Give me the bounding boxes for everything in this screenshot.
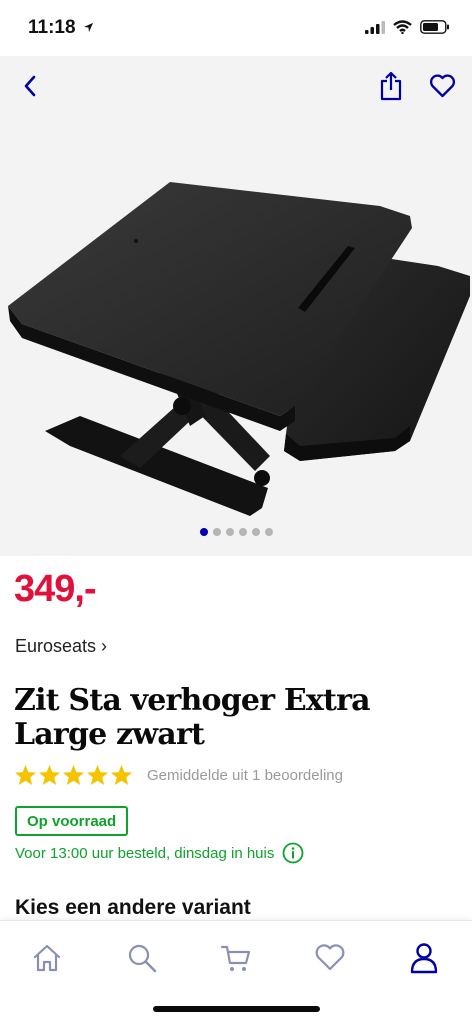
product-gallery[interactable] bbox=[0, 56, 472, 556]
star-icon bbox=[110, 764, 133, 786]
delivery-text: Voor 13:00 uur besteld, dinsdag in huis bbox=[15, 844, 275, 862]
cart-icon bbox=[220, 945, 251, 971]
heart-icon bbox=[315, 944, 345, 971]
pagination-dot[interactable] bbox=[238, 528, 247, 536]
status-time: 11:18 bbox=[28, 17, 94, 39]
tab-home[interactable] bbox=[22, 933, 72, 983]
product-image[interactable] bbox=[0, 116, 472, 516]
rating-summary[interactable]: Gemiddelde uit 1 beoordeling bbox=[147, 767, 343, 784]
pagination-dot[interactable] bbox=[251, 528, 260, 536]
delivery-info: Voor 13:00 uur besteld, dinsdag in huis bbox=[15, 842, 304, 864]
star-icon bbox=[86, 764, 109, 786]
brand-link[interactable]: Euroseats › bbox=[15, 636, 107, 657]
star-icon bbox=[14, 764, 37, 786]
cellular-signal-icon bbox=[365, 20, 385, 34]
product-price: 349,- bbox=[14, 568, 97, 610]
location-arrow-icon bbox=[83, 22, 93, 33]
home-icon bbox=[33, 944, 61, 972]
tab-account[interactable] bbox=[399, 933, 449, 983]
status-indicators bbox=[365, 20, 450, 34]
share-button[interactable] bbox=[375, 68, 407, 104]
chevron-left-icon bbox=[24, 75, 36, 97]
standing-desk-converter-image bbox=[8, 182, 470, 516]
tab-search[interactable] bbox=[117, 933, 167, 983]
status-bar: 11:18 bbox=[0, 0, 472, 56]
share-icon bbox=[380, 71, 402, 101]
star-icon bbox=[62, 764, 85, 786]
battery-icon bbox=[420, 20, 449, 34]
product-title: Zit Sta verhoger Extra Large zwart bbox=[14, 683, 371, 752]
search-icon bbox=[128, 944, 157, 973]
back-button[interactable] bbox=[14, 70, 46, 102]
status-time-text: 11:18 bbox=[28, 17, 76, 38]
pagination-dot[interactable] bbox=[264, 528, 273, 536]
info-button[interactable] bbox=[282, 842, 304, 864]
home-indicator bbox=[153, 1006, 320, 1012]
gallery-pagination bbox=[0, 528, 472, 542]
pagination-dot[interactable] bbox=[225, 528, 234, 536]
account-icon bbox=[410, 943, 438, 974]
rating-stars[interactable] bbox=[14, 764, 133, 786]
star-icon bbox=[38, 764, 61, 786]
favorite-button[interactable] bbox=[425, 70, 459, 102]
variant-section-heading: Kies een andere variant bbox=[15, 896, 251, 919]
wifi-icon bbox=[393, 20, 412, 34]
info-icon bbox=[282, 842, 304, 864]
tab-cart[interactable] bbox=[211, 933, 261, 983]
product-rating: Gemiddelde uit 1 beoordeling bbox=[14, 764, 343, 786]
heart-icon bbox=[429, 74, 455, 98]
stock-status-badge: Op voorraad bbox=[15, 806, 129, 836]
pagination-dot[interactable] bbox=[199, 528, 208, 536]
pagination-dot[interactable] bbox=[212, 528, 221, 536]
tab-favorites[interactable] bbox=[305, 933, 355, 983]
